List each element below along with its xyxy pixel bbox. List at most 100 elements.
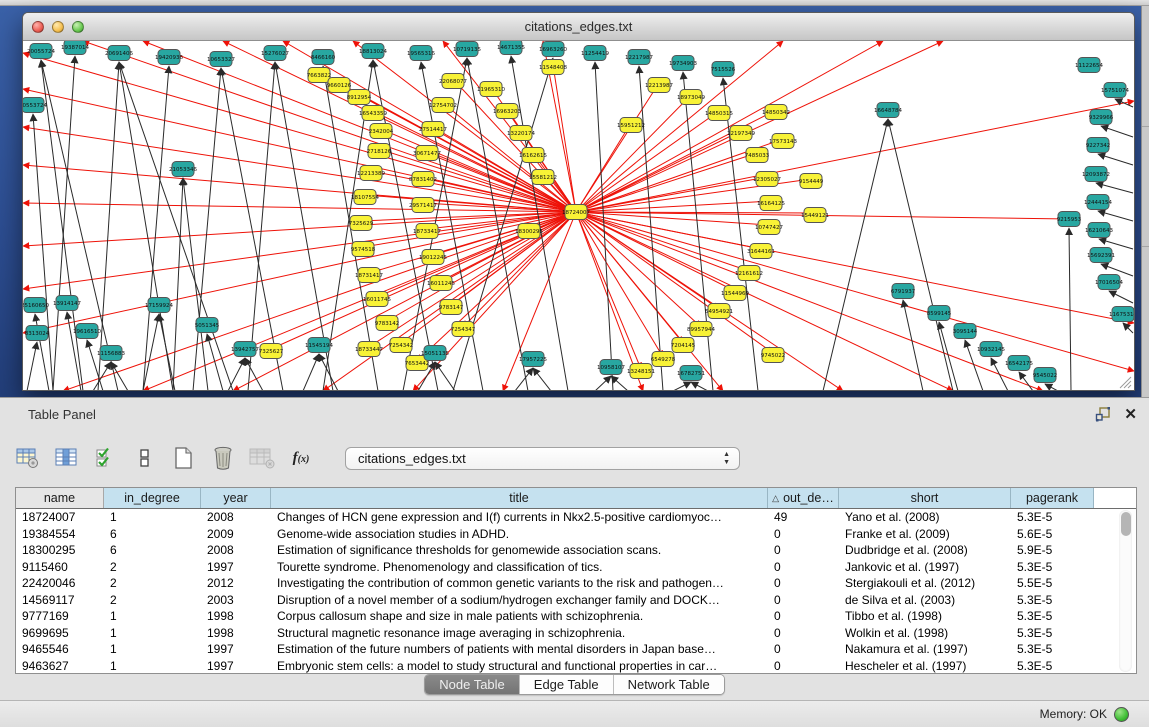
network-node[interactable]: 12305027 [753, 172, 781, 187]
network-node[interactable]: 11122654 [1075, 58, 1103, 73]
table-vertical-scrollbar[interactable] [1119, 510, 1132, 672]
table-cell[interactable]: 1998 [201, 626, 271, 640]
table-row[interactable]: 911546021997Tourette syndrome. Phenomeno… [16, 559, 1136, 576]
table-cell[interactable]: 0 [768, 626, 839, 640]
network-node[interactable]: 14850342 [762, 105, 790, 120]
network-node[interactable]: 14850315 [705, 106, 733, 121]
network-node[interactable]: 13942757 [231, 342, 259, 357]
network-node[interactable]: 18300295 [515, 224, 543, 239]
network-node[interactable]: 18731417 [355, 268, 383, 283]
table-cell[interactable]: 5.3E-5 [1011, 560, 1094, 574]
network-node[interactable]: 17016504 [1095, 275, 1123, 290]
network-node[interactable]: 12444154 [1084, 195, 1112, 210]
network-node[interactable]: 7325629 [349, 216, 374, 231]
memory-status-indicator[interactable] [1114, 707, 1129, 722]
float-window-icon[interactable] [1095, 406, 1112, 423]
network-node[interactable]: 16011745 [363, 292, 391, 307]
network-node[interactable]: 12217987 [625, 50, 653, 65]
table-cell[interactable]: 2009 [201, 527, 271, 541]
network-node[interactable]: 16162615 [519, 148, 547, 163]
table-cell[interactable]: 49 [768, 510, 839, 524]
network-node[interactable]: 11548408 [539, 60, 567, 75]
network-node[interactable]: 7325627 [259, 344, 284, 359]
table-cell[interactable]: Tibbo et al. (1998) [839, 609, 1011, 623]
network-node[interactable]: 18107554 [351, 190, 379, 205]
function-builder-icon[interactable]: f(x) [288, 445, 314, 471]
network-node[interactable]: 7485033 [745, 148, 770, 163]
new-table-icon[interactable] [171, 445, 197, 471]
network-node[interactable]: 11545194 [305, 338, 333, 353]
network-node[interactable]: 7254342 [389, 338, 414, 353]
network-node[interactable]: 9660126 [327, 78, 352, 93]
network-node[interactable]: 19387014 [61, 41, 89, 55]
table-cell[interactable]: 14569117 [16, 593, 104, 607]
table-cell[interactable]: 0 [768, 576, 839, 590]
table-cell[interactable]: Changes of HCN gene expression and I(f) … [271, 510, 768, 524]
table-cell[interactable]: Estimation of the future numbers of pati… [271, 642, 768, 656]
network-node[interactable]: 6549278 [651, 352, 676, 367]
network-node[interactable]: 16963260 [539, 42, 567, 57]
network-node[interactable]: 25160650 [23, 298, 49, 313]
table-cell[interactable]: 0 [768, 659, 839, 673]
network-node[interactable]: 17957225 [519, 352, 547, 367]
table-cell[interactable]: 9115460 [16, 560, 104, 574]
table-row[interactable]: 2242004622012Investigating the contribut… [16, 575, 1136, 592]
table-cell[interactable]: Tourette syndrome. Phenomenology and cla… [271, 560, 768, 574]
table-cell[interactable]: 9777169 [16, 609, 104, 623]
network-node[interactable]: 20055724 [27, 44, 55, 59]
network-node[interactable]: 12093872 [1082, 167, 1110, 182]
network-node[interactable]: 2718126 [367, 144, 392, 159]
table-cell[interactable]: 19384554 [16, 527, 104, 541]
network-node[interactable]: 9545022 [1033, 368, 1058, 383]
network-node[interactable]: 11156883 [97, 346, 125, 361]
network-node[interactable]: 9227342 [1086, 138, 1111, 153]
network-node[interactable]: 18733417 [413, 224, 441, 239]
table-row[interactable]: 1938455462009Genome-wide association stu… [16, 526, 1136, 543]
network-node[interactable]: 27514417 [419, 122, 447, 137]
network-node[interactable]: 7663822 [307, 68, 332, 83]
table-cell[interactable]: 0 [768, 642, 839, 656]
table-cell[interactable]: 9463627 [16, 659, 104, 673]
table-cell[interactable]: 2 [104, 560, 201, 574]
right-scroll-strip[interactable] [1141, 6, 1149, 397]
network-node[interactable]: 17573143 [769, 134, 797, 149]
table-cell[interactable]: Embryonic stem cells: a model to study s… [271, 659, 768, 673]
network-node[interactable]: 8466160 [311, 50, 336, 65]
table-cell[interactable]: 1 [104, 642, 201, 656]
table-cell[interactable]: Investigating the contribution of common… [271, 576, 768, 590]
network-node[interactable]: 18733447 [355, 342, 383, 357]
table-cell[interactable]: Stergiakouli et al. (2012) [839, 576, 1011, 590]
network-node[interactable]: 18724007 [562, 205, 590, 220]
network-node[interactable]: 9783147 [439, 300, 464, 315]
table-cell[interactable]: 0 [768, 609, 839, 623]
table-cell[interactable]: de Silva et al. (2003) [839, 593, 1011, 607]
table-cell[interactable]: 9465546 [16, 642, 104, 656]
network-node[interactable]: 19734903 [669, 56, 697, 71]
table-cell[interactable]: Genome-wide association studies in ADHD. [271, 527, 768, 541]
network-node[interactable]: 11544969 [721, 286, 749, 301]
table-cell[interactable]: 2003 [201, 593, 271, 607]
table-cell[interactable]: 1997 [201, 659, 271, 673]
table-cell[interactable]: 6 [104, 543, 201, 557]
select-rows-icon[interactable] [93, 445, 119, 471]
table-cell[interactable]: 5.3E-5 [1011, 659, 1094, 673]
network-node[interactable]: 15581212 [529, 170, 557, 185]
table-cell[interactable]: 1 [104, 659, 201, 673]
citation-graph[interactable]: 2005572419387014206914061942093610653327… [23, 41, 1134, 391]
column-header-short[interactable]: short [839, 488, 1011, 508]
table-cell[interactable]: 1998 [201, 609, 271, 623]
network-node[interactable]: 15692391 [1087, 248, 1115, 263]
network-view-window[interactable]: citations_edges.txt 20055724193870142069… [22, 12, 1135, 391]
network-node[interactable]: 21053346 [169, 162, 197, 177]
network-node[interactable]: 30671477 [413, 146, 441, 161]
column-header-indegree[interactable]: in_degree [104, 488, 201, 508]
network-node[interactable]: 9215953 [1057, 212, 1082, 227]
column-header-pagerank[interactable]: pagerank [1011, 488, 1094, 508]
network-node[interactable]: 6791937 [891, 284, 916, 299]
table-cell[interactable]: 0 [768, 543, 839, 557]
network-node[interactable]: 9745022 [761, 348, 786, 363]
table-cell[interactable]: 5.3E-5 [1011, 626, 1094, 640]
network-node[interactable]: 9154449 [799, 174, 824, 189]
table-cell[interactable]: 0 [768, 560, 839, 574]
table-cell[interactable]: 5.6E-5 [1011, 527, 1094, 541]
